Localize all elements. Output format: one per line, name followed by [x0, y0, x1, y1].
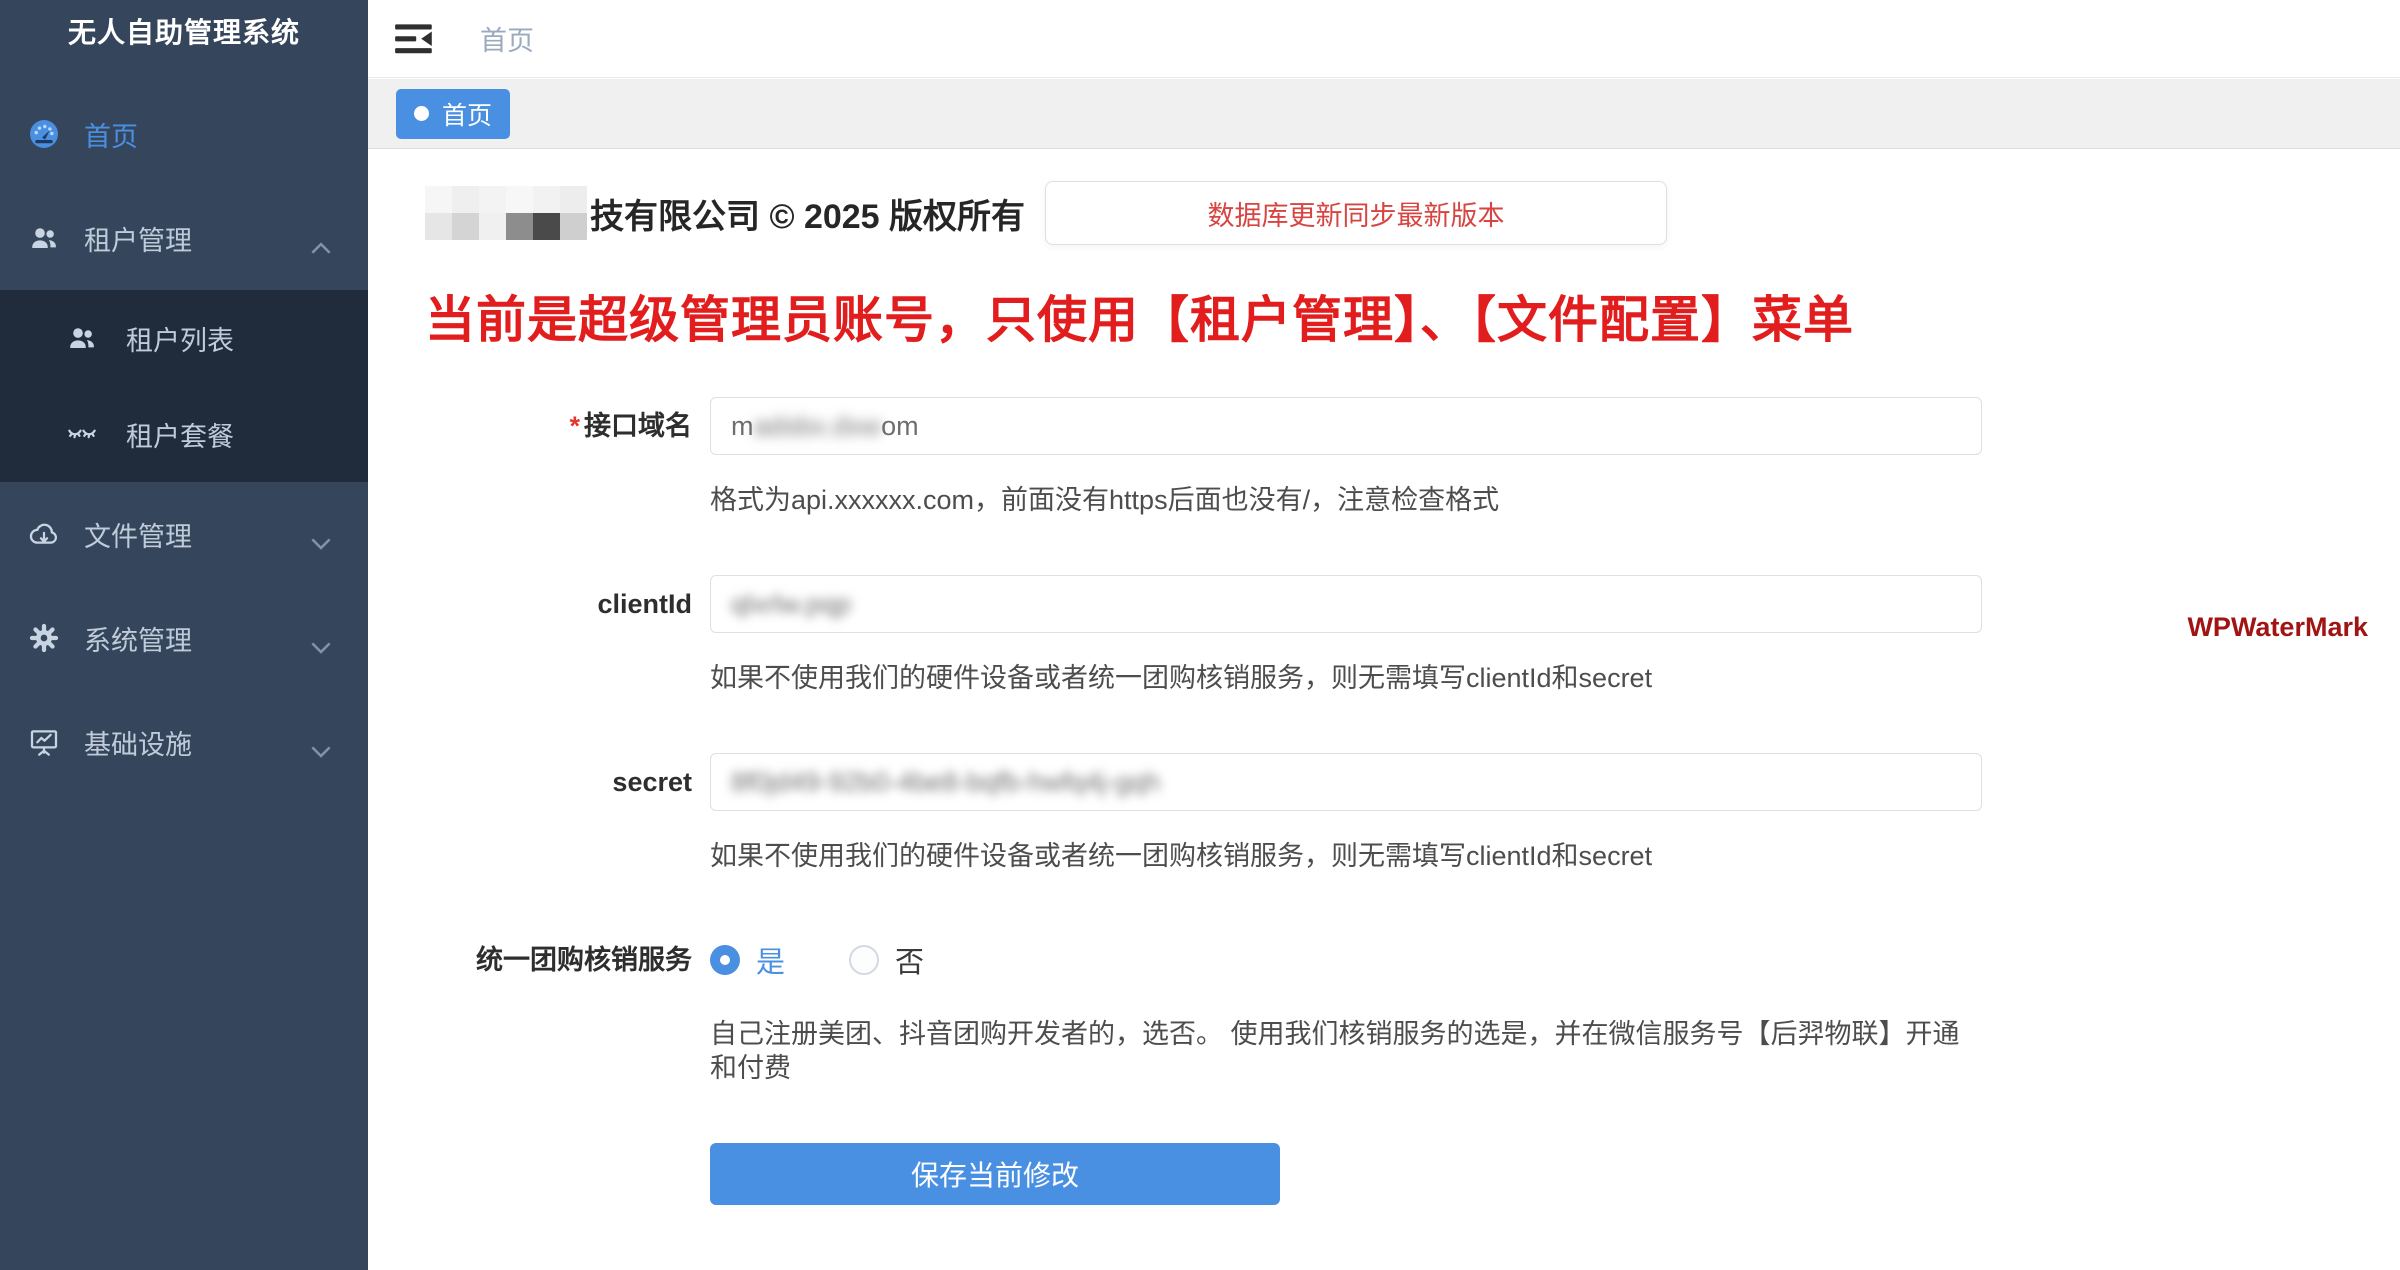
sidebar-item-tenant-package[interactable]: 租户套餐: [0, 386, 368, 482]
radio-yes[interactable]: 是: [710, 939, 785, 981]
form-row-groupbuy-service: 统一团购核销服务 是 否 自己注册美团、抖音团购开发者的，选否。 使用我们核销服…: [425, 931, 2400, 1085]
sidebar-item-tenant-management[interactable]: 租户管理: [0, 186, 368, 290]
app-screen: 无人自助管理系统 首页 租户管理: [0, 0, 2400, 1270]
redacted-value: adsbx.dxw: [754, 411, 882, 442]
radio-selected-icon: [710, 945, 740, 975]
sidebar-submenu-tenant: 租户列表 租户套餐: [0, 290, 368, 482]
chevron-down-icon: [310, 735, 332, 749]
topbar: 首页: [368, 0, 2400, 78]
groupbuy-help-text: 自己注册美团、抖音团购开发者的，选否。 使用我们核销服务的选是，并在微信服务号【…: [710, 1017, 1982, 1085]
users-icon: [26, 220, 62, 256]
radio-no[interactable]: 否: [849, 939, 924, 981]
redacted-value: 8f0jd49-92b0-4be8-bqfb-hwfq4j-gqh: [731, 767, 1160, 798]
sidebar-item-tenant-list[interactable]: 租户列表: [0, 290, 368, 386]
secret-help-text: 如果不使用我们的硬件设备或者统一团购核销服务，则无需填写clientId和sec…: [710, 839, 1982, 873]
sidebar-item-label: 首页: [84, 115, 138, 154]
breadcrumb: 首页: [480, 19, 534, 58]
main-content: 技有限公司 © 2025 版权所有 数据库更新同步最新版本 当前是超级管理员账号…: [368, 150, 2400, 1270]
tag-home[interactable]: 首页: [396, 89, 510, 139]
form-row-secret: secret 8f0jd49-92b0-4be8-bqfb-hwfq4j-gqh…: [425, 753, 2400, 873]
sidebar-fold-icon[interactable]: [394, 21, 434, 57]
sidebar-item-system-management[interactable]: 系统管理: [0, 586, 368, 690]
sidebar-item-label: 系统管理: [84, 619, 192, 658]
settings-form: *接口域名 madsbx.dxwom 格式为api.xxxxxx.com，前面没…: [425, 397, 2400, 1205]
input-value: om: [881, 411, 919, 442]
sidebar-item-label: 租户套餐: [126, 415, 234, 454]
radio-unselected-icon: [849, 945, 879, 975]
api-domain-input[interactable]: madsbx.dxwom: [710, 397, 1982, 455]
secret-input[interactable]: 8f0jd49-92b0-4be8-bqfb-hwfq4j-gqh: [710, 753, 1982, 811]
sidebar-item-label: 租户管理: [84, 219, 192, 258]
chevron-down-icon: [310, 631, 332, 645]
app-title: 无人自助管理系统: [0, 0, 368, 62]
redacted-company-name: [425, 186, 587, 240]
tag-label: 首页: [442, 96, 492, 132]
tags-bar: 首页: [368, 79, 2400, 149]
chevron-up-icon: [310, 231, 332, 245]
groupbuy-radio-group: 是 否: [710, 931, 1982, 989]
radio-label: 否: [895, 939, 924, 981]
active-tag-dot-icon: [414, 106, 429, 121]
sidebar-menu: 首页 租户管理 租户列表: [0, 82, 368, 794]
copyright-row: 技有限公司 © 2025 版权所有 数据库更新同步最新版本: [425, 181, 2400, 245]
dashboard-icon: [26, 116, 62, 152]
chevron-down-icon: [310, 527, 332, 541]
db-sync-button[interactable]: 数据库更新同步最新版本: [1045, 181, 1667, 245]
required-asterisk: *: [569, 411, 580, 441]
sidebar-item-label: 基础设施: [84, 723, 192, 762]
form-row-client-id: clientId qlxrlw.pqp 如果不使用我们的硬件设备或者统一团购核销…: [425, 575, 2400, 695]
client-id-help-text: 如果不使用我们的硬件设备或者统一团购核销服务，则无需填写clientId和sec…: [710, 661, 1982, 695]
users-icon: [64, 320, 100, 356]
sidebar-item-label: 租户列表: [126, 319, 234, 358]
sidebar-item-home[interactable]: 首页: [0, 82, 368, 186]
client-id-label: clientId: [425, 575, 710, 695]
input-value: m: [731, 411, 754, 442]
form-row-api-domain: *接口域名 madsbx.dxwom 格式为api.xxxxxx.com，前面没…: [425, 397, 2400, 517]
cloud-upload-icon: [26, 516, 62, 552]
sidebar-item-label: 文件管理: [84, 515, 192, 554]
gear-icon: [26, 620, 62, 656]
secret-label: secret: [425, 753, 710, 873]
api-domain-label: *接口域名: [425, 397, 710, 517]
package-icon: [64, 416, 100, 452]
copyright-text: 技有限公司 © 2025 版权所有: [590, 189, 1025, 238]
api-domain-help-text: 格式为api.xxxxxx.com，前面没有https后面也没有/，注意检查格式: [710, 483, 1982, 517]
watermark-text: WPWaterMark: [2187, 612, 2368, 643]
redacted-value: qlxrlw.pqp: [731, 589, 851, 620]
infrastructure-icon: [26, 724, 62, 760]
admin-warning-text: 当前是超级管理员账号，只使用【租户管理】、【文件配置】菜单: [425, 287, 2400, 353]
save-button[interactable]: 保存当前修改: [710, 1143, 1280, 1205]
groupbuy-service-label: 统一团购核销服务: [425, 931, 710, 1085]
sidebar-item-file-management[interactable]: 文件管理: [0, 482, 368, 586]
client-id-input[interactable]: qlxrlw.pqp: [710, 575, 1982, 633]
radio-label: 是: [756, 939, 785, 981]
sidebar-item-infrastructure[interactable]: 基础设施: [0, 690, 368, 794]
sidebar: 无人自助管理系统 首页 租户管理: [0, 0, 368, 1270]
